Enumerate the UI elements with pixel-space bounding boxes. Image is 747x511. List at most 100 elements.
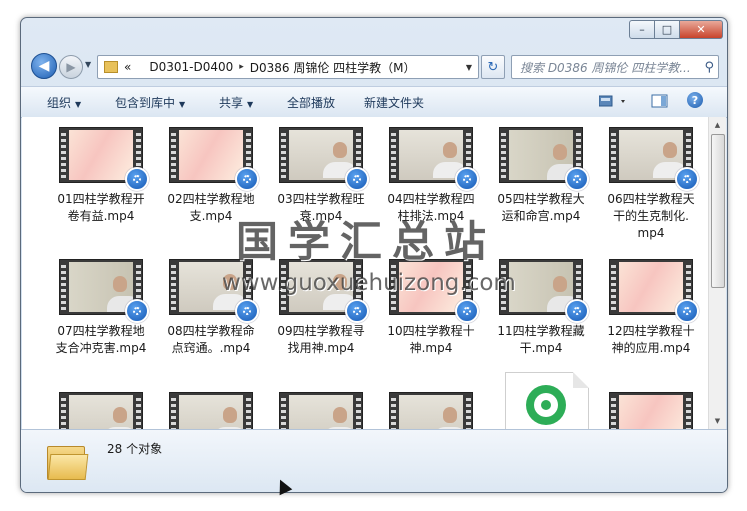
- page-fold: [573, 372, 589, 388]
- speaker-head: [443, 142, 457, 158]
- video-thumbnail: [609, 392, 693, 429]
- include-in-library-label: 包含到库中: [115, 96, 176, 110]
- video-thumbnail: [389, 392, 473, 429]
- video-thumbnail: [609, 259, 699, 323]
- search-input[interactable]: 搜索 D0386 周锦伦 四柱学教...: [520, 59, 696, 76]
- preview-pane-icon[interactable]: [651, 93, 669, 113]
- video-frame: [509, 262, 573, 312]
- folder-icon: [104, 61, 118, 73]
- file-name-line: 05四柱学教程大: [497, 192, 585, 206]
- new-folder-button[interactable]: 新建文件夹: [364, 94, 424, 111]
- video-thumbnail: [169, 127, 259, 191]
- scroll-down-arrow-icon[interactable]: ▼: [709, 413, 726, 429]
- filmstrip-frame: [389, 392, 473, 429]
- media-player-badge-icon: [345, 167, 369, 191]
- navigation-bar: ◀ ▶ ▼ « D0301-D0400 ▸ D0386 周锦伦 四柱学教（M） …: [29, 50, 719, 82]
- item-count: 28 个对象: [107, 442, 163, 456]
- refresh-button[interactable]: ↻: [481, 55, 505, 79]
- file-name: 10四柱学教程十 神.mp4: [379, 323, 483, 357]
- file-name-line: 08四柱学教程命: [167, 324, 255, 338]
- film-perforation: [61, 262, 66, 312]
- film-perforation: [391, 395, 396, 429]
- film-perforation: [356, 395, 361, 429]
- address-bar[interactable]: « D0301-D0400 ▸ D0386 周锦伦 四柱学教（M） ▼: [97, 55, 479, 79]
- breadcrumb-overflow[interactable]: «: [124, 60, 131, 74]
- film-perforation: [466, 395, 471, 429]
- forward-button[interactable]: ▶: [59, 55, 83, 79]
- chevron-down-icon: ▼: [247, 100, 254, 109]
- media-player-badge-icon: [675, 167, 699, 191]
- file-item[interactable]: [379, 392, 483, 429]
- film-perforation: [686, 395, 691, 429]
- speaker-head: [113, 276, 127, 292]
- video-thumbnail: [59, 127, 149, 191]
- vertical-scrollbar[interactable]: ▲ ▼: [708, 117, 726, 429]
- video-thumbnail: [59, 392, 143, 429]
- scrollbar-thumb[interactable]: [711, 134, 725, 288]
- search-box[interactable]: 搜索 D0386 周锦伦 四柱学教... ⚲: [511, 55, 719, 79]
- address-dropdown-icon[interactable]: ▼: [466, 63, 472, 72]
- file-name-line: 12四柱学教程十: [607, 324, 695, 338]
- media-player-badge-icon: [675, 299, 699, 323]
- play-all-button[interactable]: 全部播放: [287, 94, 335, 111]
- file-item[interactable]: 12四柱学教程十 神的应用.mp4: [599, 259, 703, 379]
- scroll-up-arrow-icon[interactable]: ▲: [709, 117, 726, 133]
- file-name-line: 11四柱学教程藏: [497, 324, 585, 338]
- film-perforation: [501, 130, 506, 180]
- file-item[interactable]: [159, 392, 263, 429]
- speaker-head: [333, 142, 347, 158]
- watermark-url: www.guoxuehuizong.com: [222, 270, 516, 296]
- breadcrumb-item[interactable]: D0386 周锦伦 四柱学教（M）: [250, 59, 416, 76]
- caption-buttons: – □ ✕: [629, 20, 723, 39]
- filmstrip-frame: [169, 392, 253, 429]
- media-player-badge-icon: [125, 299, 149, 323]
- file-item[interactable]: [269, 392, 373, 429]
- include-in-library-button[interactable]: 包含到库中 ▼: [115, 94, 185, 111]
- breadcrumb-separator-icon[interactable]: ▸: [239, 62, 244, 72]
- file-name: 07四柱学教程地 支合冲克害.mp4: [49, 323, 153, 357]
- file-item[interactable]: 05四柱学教程大 运和命宫.mp4: [489, 127, 593, 247]
- file-name-line: 03四柱学教程旺: [277, 192, 365, 206]
- file-name-line: 支合冲克害.mp4: [55, 341, 147, 355]
- media-player-badge-icon: [235, 167, 259, 191]
- help-icon[interactable]: ?: [687, 92, 703, 108]
- breadcrumb-item[interactable]: D0301-D0400: [149, 60, 233, 74]
- view-options-icon[interactable]: [598, 93, 629, 113]
- file-name-line: mp4: [637, 226, 665, 240]
- filmstrip-frame: [279, 392, 363, 429]
- film-perforation: [171, 395, 176, 429]
- video-frame: [69, 395, 133, 429]
- video-frame: [179, 395, 243, 429]
- organize-button[interactable]: 组织 ▼: [47, 94, 81, 111]
- video-app-file-icon: [505, 372, 589, 429]
- close-button[interactable]: ✕: [680, 20, 723, 39]
- file-name: 09四柱学教程寻 找用神.mp4: [269, 323, 373, 357]
- file-name-line: 神.mp4: [409, 341, 453, 355]
- film-perforation: [171, 262, 176, 312]
- video-frame: [289, 395, 353, 429]
- file-item[interactable]: [489, 372, 593, 429]
- back-button[interactable]: ◀: [31, 53, 57, 79]
- video-thumbnail: [169, 392, 253, 429]
- share-button[interactable]: 共享 ▼: [219, 94, 253, 111]
- video-thumbnail: [389, 127, 479, 191]
- file-name: 12四柱学教程十 神的应用.mp4: [599, 323, 703, 357]
- maximize-button[interactable]: □: [655, 20, 680, 39]
- media-player-badge-icon: [455, 299, 479, 323]
- share-label: 共享: [219, 96, 244, 110]
- film-reel-icon: [526, 385, 566, 425]
- file-item[interactable]: 01四柱学教程开 卷有益.mp4: [49, 127, 153, 247]
- file-item[interactable]: [599, 392, 703, 429]
- file-item[interactable]: [49, 392, 153, 429]
- file-name: 08四柱学教程命 点窍通。.mp4: [159, 323, 263, 357]
- video-frame: [399, 130, 463, 180]
- minimize-button[interactable]: –: [629, 20, 655, 39]
- file-item[interactable]: 07四柱学教程地 支合冲克害.mp4: [49, 259, 153, 379]
- file-name-line: 干的生克制化.: [613, 209, 689, 223]
- file-item[interactable]: 06四柱学教程天 干的生克制化. mp4: [599, 127, 703, 247]
- film-perforation: [246, 395, 251, 429]
- history-dropdown-icon[interactable]: ▼: [85, 60, 91, 69]
- media-player-badge-icon: [235, 299, 259, 323]
- search-icon[interactable]: ⚲: [704, 60, 714, 75]
- help-glyph: ?: [687, 92, 703, 108]
